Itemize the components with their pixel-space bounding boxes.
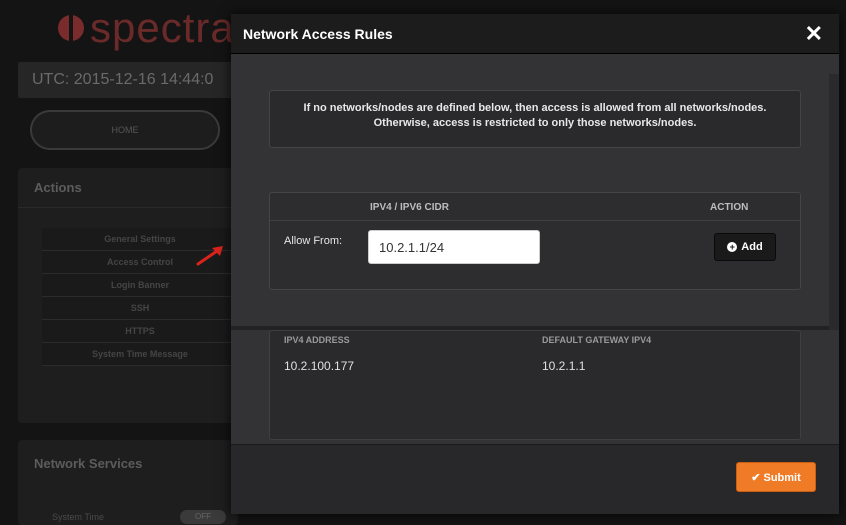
cidr-input[interactable] (368, 230, 540, 264)
system-time-label: System Time (52, 512, 105, 522)
utc-clock: UTC: 2015-12-16 14:44:0 (18, 62, 238, 98)
info-message: If no networks/nodes are defined below, … (269, 90, 801, 148)
column-header-action: ACTION (710, 202, 749, 213)
plus-circle-icon: + (727, 242, 738, 252)
network-services-title: Network Services (34, 456, 143, 471)
network-access-rules-dialog: Network Access Rules ✕ If no networks/no… (231, 14, 839, 514)
ipv4-address-value: 10.2.100.177 (284, 359, 355, 373)
dialog-scrollbar-track[interactable] (829, 74, 839, 330)
allow-from-label: Allow From: (284, 235, 343, 247)
dialog-footer: ✔ Submit (231, 444, 839, 514)
ipv4-address-header: IPV4 ADDRESS (284, 335, 350, 345)
ip-info-panel: IPV4 ADDRESS DEFAULT GATEWAY IPV4 10.2.1… (269, 330, 801, 440)
system-time-toggle[interactable]: OFF (180, 510, 226, 524)
actions-title: Actions (18, 168, 238, 208)
rule-table-header: IPV4 / IPV6 CIDR ACTION (270, 193, 800, 221)
logo-text: spectra (90, 4, 235, 51)
column-header-cidr: IPV4 / IPV6 CIDR (370, 202, 449, 213)
action-ssh[interactable]: SSH (42, 297, 238, 320)
close-icon[interactable]: ✕ (801, 22, 827, 45)
logo-icon (58, 11, 84, 45)
submit-button[interactable]: ✔ Submit (736, 462, 816, 492)
default-gateway-value: 10.2.1.1 (542, 359, 586, 373)
dialog-title: Network Access Rules (243, 25, 393, 42)
logo: spectra (58, 4, 235, 52)
dialog-body: If no networks/nodes are defined below, … (231, 54, 839, 444)
red-arrow-icon (196, 246, 223, 266)
add-button[interactable]: + Add (714, 233, 776, 261)
actions-panel: Actions General Settings Access Control … (18, 168, 238, 423)
action-system-time-message[interactable]: System Time Message (42, 343, 238, 366)
dialog-header: Network Access Rules ✕ (231, 14, 839, 54)
action-login-banner[interactable]: Login Banner (42, 274, 238, 297)
add-button-label: Add (741, 241, 763, 253)
default-gateway-header: DEFAULT GATEWAY IPV4 (542, 335, 652, 345)
home-button[interactable]: HOME (30, 110, 220, 150)
action-https[interactable]: HTTPS (42, 320, 238, 343)
access-rule-table: IPV4 / IPV6 CIDR ACTION Allow From: + Ad… (269, 192, 801, 290)
